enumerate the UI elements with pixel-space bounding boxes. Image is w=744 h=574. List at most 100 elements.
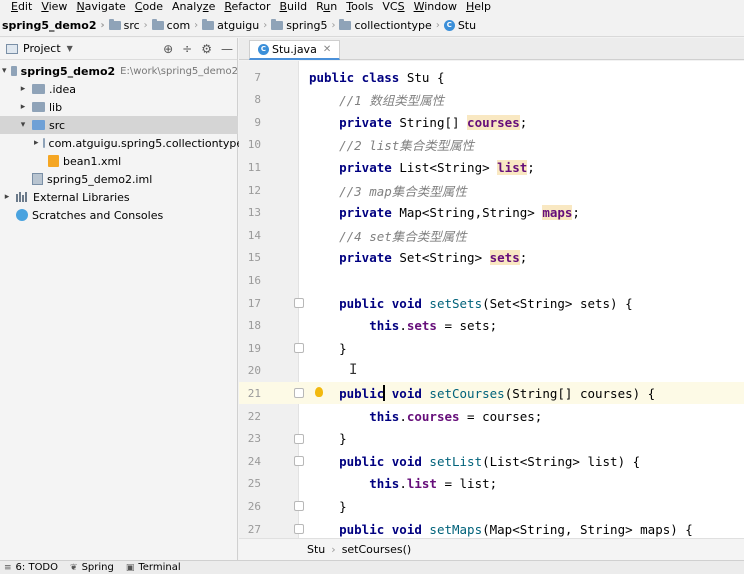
fold-marker-icon[interactable] xyxy=(294,388,304,399)
breadcrumb-label: src xyxy=(123,19,140,32)
fold-marker-icon[interactable] xyxy=(294,501,304,512)
editor-breadcrumb-item[interactable]: setCourses() xyxy=(342,543,412,556)
code-line[interactable]: 7 public class Stu { xyxy=(239,66,744,88)
tree-item[interactable]: ▸ lib xyxy=(0,98,238,116)
menu-item-build[interactable]: Build xyxy=(280,0,308,14)
menu-item-view[interactable]: View xyxy=(41,0,67,14)
breadcrumb-item[interactable]: atguigu › xyxy=(202,19,267,32)
code-line[interactable]: 15 private Set<String> sets; xyxy=(239,247,744,269)
tree-item[interactable]: Scratches and Consoles xyxy=(0,206,238,224)
line-number: 9 xyxy=(254,115,261,129)
tab-stu-java[interactable]: C Stu.java ✕ xyxy=(249,40,341,60)
tree-item-label: src xyxy=(49,118,66,132)
collapsed-arrow-icon[interactable]: ▸ xyxy=(34,138,39,148)
code-line[interactable]: 19 } xyxy=(239,337,744,359)
code-line[interactable]: 10 //2 list集合类型属性 xyxy=(239,134,744,156)
tool-button-terminal[interactable]: ▣ Terminal xyxy=(126,562,181,573)
breadcrumb-item[interactable]: spring5 › xyxy=(271,19,335,32)
tree-item[interactable]: ▸ .idea xyxy=(0,80,238,98)
tree-item[interactable]: ▾ spring5_demo2 E:\work\spring5_demo2 xyxy=(0,62,238,80)
tree-item[interactable]: bean1.xml xyxy=(0,152,238,170)
line-number: 11 xyxy=(247,160,261,174)
tree-item[interactable]: spring5_demo2.iml xyxy=(0,170,238,188)
tab-label: Stu.java xyxy=(272,43,317,56)
locate-icon[interactable]: ⊕ xyxy=(163,42,173,56)
code-text: //3 map集合类型属性 xyxy=(309,183,467,199)
breadcrumb-item[interactable]: C Stu xyxy=(443,19,476,32)
collapsed-arrow-icon[interactable]: ▸ xyxy=(18,84,28,94)
tree-item-label: Scratches and Consoles xyxy=(32,208,164,222)
line-number: 22 xyxy=(247,409,261,423)
code-line[interactable]: 20 xyxy=(239,360,744,382)
expanded-arrow-icon[interactable]: ▾ xyxy=(2,66,7,76)
code-line[interactable]: 14 //4 set集合类型属性 xyxy=(239,224,744,246)
collapsed-arrow-icon[interactable]: ▸ xyxy=(2,192,12,202)
code-line[interactable]: 25 this.list = list; xyxy=(239,473,744,495)
tool-button-spring[interactable]: ❦ Spring xyxy=(70,562,114,573)
code-line[interactable]: 27 public void setMaps(Map<String, Strin… xyxy=(239,518,744,538)
menu-item-refactor[interactable]: Refactor xyxy=(224,0,270,14)
editor-breadcrumb-item[interactable]: Stu xyxy=(307,543,325,556)
hide-icon[interactable]: — xyxy=(221,42,233,56)
code-line[interactable]: 16 xyxy=(239,269,744,291)
code-text: this.courses = courses; xyxy=(309,408,543,424)
fold-marker-icon[interactable] xyxy=(294,524,304,534)
folder-icon xyxy=(108,19,121,30)
code-line[interactable]: 13 private Map<String,String> maps; xyxy=(239,202,744,224)
breadcrumb-item[interactable]: collectiontype › xyxy=(339,19,440,32)
project-title[interactable]: Project xyxy=(23,42,61,55)
fold-marker-icon[interactable] xyxy=(294,298,304,308)
fold-marker-icon[interactable] xyxy=(294,433,304,444)
breadcrumb-item[interactable]: src › xyxy=(108,19,148,32)
menu-item-analyze[interactable]: Analyze xyxy=(172,0,215,14)
breadcrumb-item[interactable]: spring5_demo2 › xyxy=(2,19,105,32)
tool-icon: ❦ xyxy=(70,562,78,573)
code-editor[interactable]: 7 public class Stu {8 //1 数组类型属性 9 private… xyxy=(239,61,744,538)
collapse-icon[interactable]: ÷ xyxy=(182,42,192,56)
expanded-arrow-icon[interactable]: ▾ xyxy=(18,120,28,130)
code-line[interactable]: 8 //1 数组类型属性 xyxy=(239,89,744,111)
tree-item-label: External Libraries xyxy=(33,190,130,204)
line-number: 8 xyxy=(254,93,261,107)
menu-item-help[interactable]: Help xyxy=(466,0,491,14)
code-line[interactable]: 23 } xyxy=(239,428,744,450)
tree-item-label: bean1.xml xyxy=(63,154,122,168)
breadcrumb-item[interactable]: com › xyxy=(151,19,198,32)
code-line[interactable]: 11 private List<String> list; xyxy=(239,156,744,178)
editor-tabs: C Stu.java ✕ xyxy=(239,38,744,60)
code-line[interactable]: 24 public void setList(List<String> list… xyxy=(239,450,744,472)
tool-button-todo[interactable]: ≡ 6: TODO xyxy=(4,562,58,573)
menu-item-tools[interactable]: Tools xyxy=(346,0,373,14)
code-line[interactable]: 21 public void setCourses(String[] cours… xyxy=(239,382,744,405)
fold-marker-icon[interactable] xyxy=(294,343,304,354)
chevron-down-icon[interactable]: ▼ xyxy=(67,44,73,53)
menu-item-edit[interactable]: Edit xyxy=(11,0,32,14)
project-icon xyxy=(6,43,18,54)
chevron-right-icon: › xyxy=(331,543,336,556)
fold-marker-icon[interactable] xyxy=(294,456,304,467)
menu-item-vcs[interactable]: VCS xyxy=(382,0,404,14)
code-text: //2 list集合类型属性 xyxy=(309,138,475,154)
breadcrumb-label: spring5_demo2 xyxy=(2,19,97,32)
line-number: 21 xyxy=(247,386,261,400)
folder-icon xyxy=(339,19,352,30)
menu-item-window[interactable]: Window xyxy=(414,0,457,14)
code-line[interactable]: 26 } xyxy=(239,495,744,517)
menu-item-navigate[interactable]: Navigate xyxy=(76,0,125,14)
close-icon[interactable]: ✕ xyxy=(323,44,331,55)
gear-icon[interactable]: ⚙ xyxy=(201,42,212,56)
line-number: 20 xyxy=(247,364,261,378)
line-number: 27 xyxy=(247,522,261,536)
code-line[interactable]: 12 //3 map集合类型属性 xyxy=(239,179,744,201)
code-line[interactable]: 17 public void setSets(Set<String> sets)… xyxy=(239,292,744,314)
menu-item-code[interactable]: Code xyxy=(135,0,163,14)
code-line[interactable]: 22 this.courses = courses; xyxy=(239,405,744,427)
code-line[interactable]: 9 private String[] courses; xyxy=(239,111,744,133)
chevron-right-icon: › xyxy=(100,20,105,31)
code-line[interactable]: 18 this.sets = sets; xyxy=(239,315,744,337)
collapsed-arrow-icon[interactable]: ▸ xyxy=(18,102,28,112)
tree-item[interactable]: ▸ com.atguigu.spring5.collectiontype xyxy=(0,134,243,152)
tree-item[interactable]: ▸ External Libraries xyxy=(0,188,238,206)
menu-item-run[interactable]: Run xyxy=(316,0,337,14)
tree-item[interactable]: ▾ src xyxy=(0,116,238,134)
